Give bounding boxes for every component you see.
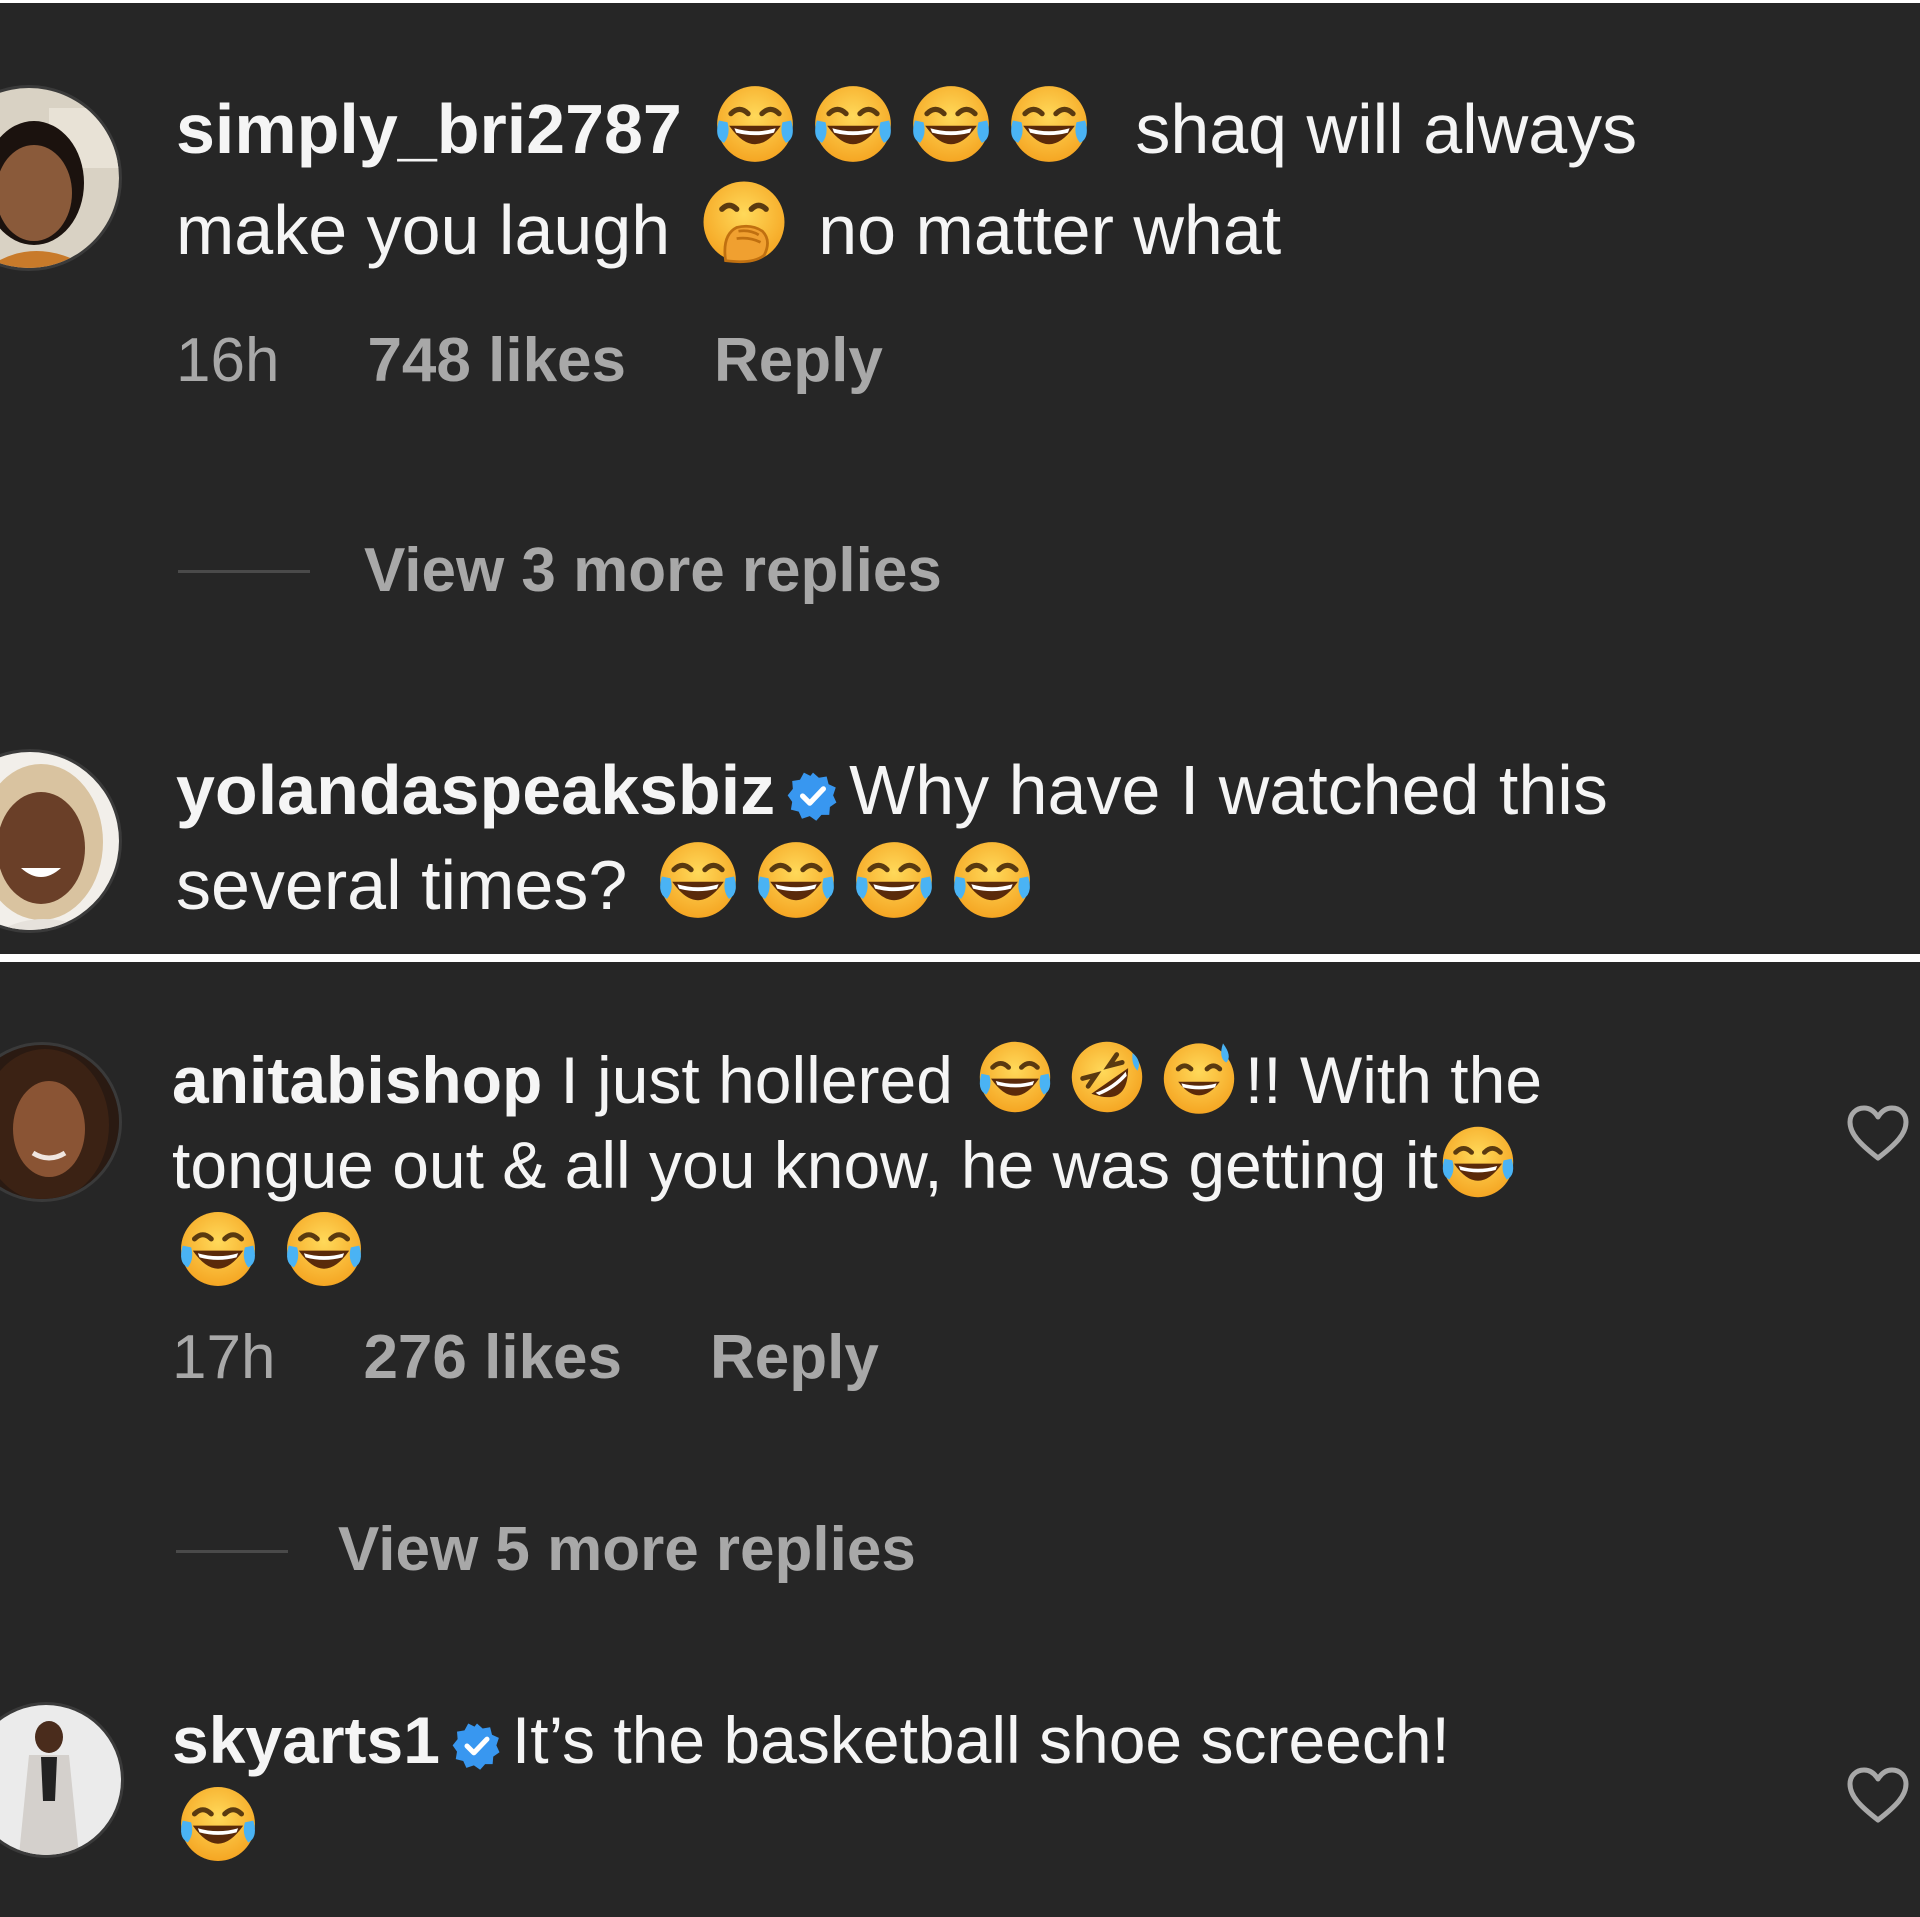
comment-text-line1: I just hollered xyxy=(560,1043,953,1117)
face-with-tears-of-joy-icon xyxy=(753,837,839,923)
comment-body: simply_bri2787 shaq will always make you… xyxy=(176,81,1637,277)
verified-badge-icon xyxy=(452,1721,502,1771)
face-with-tears-of-joy-icon xyxy=(176,1782,260,1866)
face-with-tears-of-joy-icon xyxy=(908,81,994,167)
comment-text-line1: Why have I watched this xyxy=(849,751,1608,829)
face-with-tears-of-joy-icon xyxy=(282,1207,366,1291)
comment-timestamp: 16h xyxy=(176,326,280,395)
avatar-photo xyxy=(0,1045,119,1199)
view-more-replies-button[interactable]: View 3 more replies xyxy=(364,535,942,606)
avatar[interactable] xyxy=(0,1702,124,1858)
comment-username[interactable]: skyarts1 xyxy=(172,1703,440,1777)
avatar[interactable] xyxy=(0,1042,122,1202)
avatar-photo xyxy=(0,1705,121,1855)
face-with-tears-of-joy-icon xyxy=(176,1207,260,1291)
like-heart-icon[interactable] xyxy=(1846,1104,1910,1164)
comment-likes[interactable]: 276 likes xyxy=(363,1323,622,1392)
comment-username[interactable]: yolandaspeaksbiz xyxy=(176,751,775,829)
avatar[interactable] xyxy=(0,749,122,933)
comment-timestamp: 17h xyxy=(172,1323,276,1392)
face-with-tears-of-joy-icon xyxy=(810,81,896,167)
replies-divider xyxy=(178,570,310,573)
comment-username[interactable]: simply_bri2787 xyxy=(176,90,682,168)
comment-meta: 16h 748 likes Reply xyxy=(176,325,971,396)
grinning-face-with-sweat-icon xyxy=(1159,1037,1239,1117)
comment-meta: 17h 276 likes Reply xyxy=(172,1322,967,1393)
replies-divider xyxy=(176,1550,288,1553)
face-with-tears-of-joy-icon xyxy=(949,837,1035,923)
face-with-tears-of-joy-icon xyxy=(1006,81,1092,167)
face-with-tears-of-joy-icon xyxy=(1438,1122,1518,1202)
comment-text-line2: tongue out & all you know, he was gettin… xyxy=(172,1128,1438,1202)
like-heart-icon[interactable] xyxy=(1846,1766,1910,1826)
comment-body: yolandaspeaksbiz Why have I watched this … xyxy=(176,744,1608,932)
face-with-hand-over-mouth-icon xyxy=(698,176,790,268)
comment-text-line2-end: no matter what xyxy=(818,191,1282,269)
reply-button[interactable]: Reply xyxy=(710,1323,879,1392)
screenshot-divider xyxy=(0,954,1920,962)
comment-body: skyarts1 It’s the basketball shoe screech… xyxy=(172,1698,1450,1871)
comment-text-line1: It’s the basketball shoe screech! xyxy=(511,1703,1450,1777)
comments-panel-top: simply_bri2787 shaq will always make you… xyxy=(0,0,1920,954)
verified-badge-icon xyxy=(787,770,839,822)
avatar[interactable] xyxy=(0,85,122,271)
avatar-photo xyxy=(0,752,119,930)
view-more-replies-button[interactable]: View 5 more replies xyxy=(338,1514,916,1585)
face-with-tears-of-joy-icon xyxy=(975,1037,1055,1117)
face-with-tears-of-joy-icon xyxy=(712,81,798,167)
comment-text-line1: shaq will always xyxy=(1135,90,1638,168)
reply-button[interactable]: Reply xyxy=(714,326,883,395)
comment-body: anitabishop I just hollered !! With the to… xyxy=(172,1037,1542,1296)
face-with-tears-of-joy-icon xyxy=(851,837,937,923)
comment-text-line2: several times? xyxy=(176,846,628,924)
comment-username[interactable]: anitabishop xyxy=(172,1043,542,1117)
comment-text-line1-end: !! With the xyxy=(1244,1043,1543,1117)
face-with-tears-of-joy-icon xyxy=(655,837,741,923)
comment-text-line2: make you laugh xyxy=(176,191,671,269)
comments-panel-bottom: anitabishop I just hollered !! With the to… xyxy=(0,962,1920,1917)
comment-likes[interactable]: 748 likes xyxy=(367,326,626,395)
avatar-photo xyxy=(0,88,119,268)
rolling-on-the-floor-laughing-icon xyxy=(1067,1037,1147,1117)
